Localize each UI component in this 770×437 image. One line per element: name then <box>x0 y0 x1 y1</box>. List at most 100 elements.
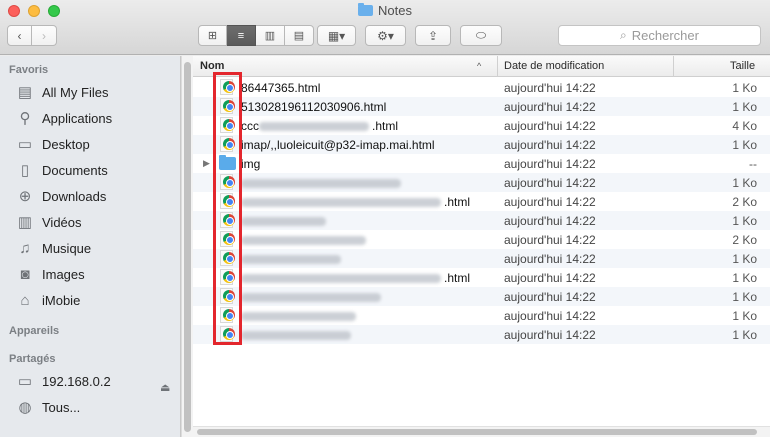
file-date: aujourd'hui 14:22 <box>504 138 596 152</box>
file-row[interactable]: imap/,,luoleicuit@p32-imap.mai.html aujou… <box>193 135 770 154</box>
eject-icon[interactable]: ⏏ <box>160 381 170 394</box>
file-row[interactable]: aujourd'hui 14:22 1 Ko <box>193 306 770 325</box>
sidebar-item-music[interactable]: ♫ Musique <box>15 237 91 259</box>
file-name: 513028196112030906.html <box>241 100 386 114</box>
sidebar-item-imobie[interactable]: ⌂ iMobie <box>15 289 80 311</box>
home-icon: ⌂ <box>20 291 30 309</box>
file-date: aujourd'hui 14:22 <box>504 252 596 266</box>
icon-view-button[interactable]: ⊞ <box>198 25 227 46</box>
documents-icon: ▯ <box>20 162 30 179</box>
column-divider[interactable] <box>673 56 674 77</box>
horizontal-scrollbar[interactable] <box>193 426 770 437</box>
share-button[interactable]: ⇪ <box>415 25 451 46</box>
sidebar-item-label: 192.168.0.2 <box>42 373 111 389</box>
cover-flow-view-button[interactable]: ▤ <box>285 25 314 46</box>
file-size: 1 Ko <box>732 271 757 285</box>
file-size: 1 Ko <box>732 81 757 95</box>
file-name <box>241 214 329 228</box>
file-extension: .html <box>372 119 399 133</box>
window-title-label: Notes <box>378 3 412 18</box>
sidebar-item-label: Vidéos <box>42 214 82 230</box>
back-button[interactable]: ‹ <box>7 25 32 46</box>
grid-icon: ⊞ <box>207 30 218 42</box>
file-name: img <box>241 157 260 171</box>
file-size: 1 Ko <box>732 138 757 152</box>
cover-flow-icon: ▤ <box>293 30 305 42</box>
file-row[interactable]: aujourd'hui 14:22 1 Ko <box>193 211 770 230</box>
sidebar-item-label: Images <box>42 266 85 282</box>
file-row[interactable]: .html aujourd'hui 14:22 2 Ko <box>193 192 770 211</box>
file-size: 1 Ko <box>732 176 757 190</box>
sidebar-item-label: Musique <box>42 240 92 256</box>
share-icon: ⇪ <box>427 28 439 43</box>
column-header-name[interactable]: Nom <box>200 60 224 72</box>
list-icon: ≡ <box>237 29 245 42</box>
file-size: 2 Ko <box>732 195 757 209</box>
sidebar-item-images[interactable]: ◙ Images <box>15 263 85 285</box>
sidebar-item-all-my-files[interactable]: ▤ All My Files <box>15 81 109 103</box>
downloads-icon: ⊕ <box>18 188 32 205</box>
file-name <box>241 290 384 304</box>
action-button[interactable]: ⚙▾ <box>365 25 406 46</box>
file-date: aujourd'hui 14:22 <box>504 328 596 342</box>
file-row[interactable]: 86447365.html aujourd'hui 14:22 1 Ko <box>193 78 770 97</box>
tags-button[interactable]: ⬭ <box>460 25 502 46</box>
redacted-text <box>241 236 366 246</box>
column-view-button[interactable]: ▥ <box>256 25 285 46</box>
column-header-size[interactable]: Taille <box>730 60 755 72</box>
file-extension: .html <box>444 271 471 285</box>
scrollbar-thumb[interactable] <box>197 429 757 435</box>
file-row[interactable]: aujourd'hui 14:22 2 Ko <box>193 230 770 249</box>
sidebar-item-label: Documents <box>42 162 108 178</box>
sidebar-header-shared: Partagés <box>9 353 56 365</box>
file-row[interactable]: ccc .html aujourd'hui 14:22 4 Ko <box>193 116 770 135</box>
redacted-text <box>241 255 341 265</box>
arrange-icon: ▦▾ <box>327 28 346 43</box>
redacted-text <box>259 122 369 132</box>
column-header-date[interactable]: Date de modification <box>504 60 604 72</box>
redacted-text <box>241 198 441 208</box>
file-name <box>241 233 369 247</box>
sidebar-item-documents[interactable]: ▯ Documents <box>15 159 108 181</box>
sidebar-item-label: Applications <box>42 110 113 126</box>
file-row[interactable]: 513028196112030906.html aujourd'hui 14:22… <box>193 97 770 116</box>
file-name <box>241 176 404 190</box>
sidebar-item-label: Desktop <box>42 136 90 152</box>
disclosure-triangle-icon[interactable]: ▶ <box>203 158 210 169</box>
file-name-text: img <box>241 157 261 171</box>
file-date: aujourd'hui 14:22 <box>504 214 596 228</box>
redacted-text <box>241 274 441 284</box>
search-input[interactable]: ⌕ Rechercher <box>558 25 761 46</box>
sidebar-item-videos[interactable]: ▥ Vidéos <box>15 211 82 233</box>
file-row[interactable]: aujourd'hui 14:22 1 Ko <box>193 173 770 192</box>
forward-button[interactable]: › <box>32 25 57 46</box>
scrollbar-thumb[interactable] <box>184 62 191 432</box>
file-row[interactable]: aujourd'hui 14:22 1 Ko <box>193 249 770 268</box>
view-mode-control: ⊞ ≡ ▥ ▤ <box>198 25 314 46</box>
file-name <box>241 328 354 342</box>
sidebar-scrollbar[interactable] <box>181 56 193 437</box>
desktop-icon: ▭ <box>17 136 33 153</box>
redacted-text <box>241 293 381 303</box>
sidebar-item-applications[interactable]: ⚲ Applications <box>15 107 113 129</box>
file-name: ccc .html <box>241 119 398 133</box>
file-size: 2 Ko <box>732 233 757 247</box>
column-header-row: Nom ^ Date de modification Taille <box>193 56 770 77</box>
file-row[interactable]: .html aujourd'hui 14:22 1 Ko <box>193 268 770 287</box>
arrange-button[interactable]: ▦▾ <box>317 25 356 46</box>
gear-icon: ⚙▾ <box>377 28 394 43</box>
sidebar-item-all-network[interactable]: ◍ Tous... <box>15 396 80 418</box>
sidebar-item-desktop[interactable]: ▭ Desktop <box>15 133 90 155</box>
folder-row[interactable]: ▶ img aujourd'hui 14:22 -- <box>193 154 770 173</box>
file-size: 1 Ko <box>732 252 757 266</box>
sidebar-header-devices: Appareils <box>9 325 60 337</box>
file-row[interactable]: aujourd'hui 14:22 1 Ko <box>193 325 770 344</box>
file-name <box>241 252 344 266</box>
sidebar-item-downloads[interactable]: ⊕ Downloads <box>15 185 107 207</box>
file-row[interactable]: aujourd'hui 14:22 1 Ko <box>193 287 770 306</box>
column-divider[interactable] <box>497 56 498 77</box>
sidebar-item-server[interactable]: ▭ 192.168.0.2 <box>15 370 111 392</box>
file-date: aujourd'hui 14:22 <box>504 309 596 323</box>
folder-icon <box>358 3 374 16</box>
list-view-button[interactable]: ≡ <box>227 25 256 46</box>
